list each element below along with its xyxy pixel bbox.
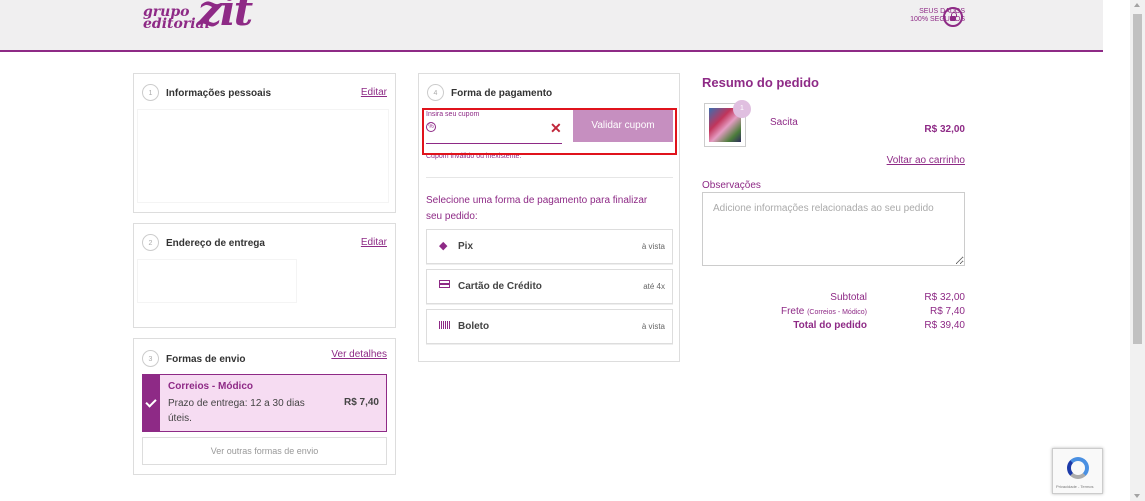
edit-address-link[interactable]: Editar [361,237,387,248]
payment-option-credit-card[interactable]: Cartão de Crédito até 4x [426,269,673,304]
recaptcha-icon [1067,457,1089,479]
personal-info-title: Informações pessoais [166,88,272,99]
step-number-1: 1 [142,84,159,101]
edit-personal-link[interactable]: Editar [361,87,387,98]
payment-option-boleto[interactable]: Boleto à vista [426,309,673,344]
shipping-option-desc: Prazo de entrega: 12 a 30 dias úteis. [168,398,305,424]
scroll-thumb[interactable] [1133,14,1142,344]
scroll-down-icon[interactable] [1134,494,1140,498]
step-number-4: 4 [427,84,444,101]
barcode-icon [439,321,450,329]
payment-note: até 4x [643,282,665,291]
payment-name: Cartão de Crédito [458,281,542,292]
recaptcha-badge[interactable]: Privacidade - Termos [1052,448,1103,494]
scroll-up-icon[interactable] [1134,3,1140,7]
payment-name: Boleto [458,321,490,332]
highlight-box [422,108,677,155]
check-icon [143,375,160,431]
scrollbar[interactable] [1130,0,1145,501]
logo[interactable]: grupo editorial zit [143,0,268,38]
observations-textarea[interactable] [702,192,965,266]
payment-option-pix[interactable]: ◆ Pix à vista [426,229,673,264]
lock-icon [943,7,963,27]
order-summary-title: Resumo do pedido [702,75,819,90]
product-name: Sacita [770,117,798,128]
subtotal-label: Subtotal [830,292,867,303]
personal-info-card: 1 Informações pessoais Editar [133,73,396,213]
back-to-cart-link[interactable]: Voltar ao carrinho [887,155,965,166]
shipping-title: Formas de envio [166,354,246,365]
observations-label: Observações [702,180,761,191]
recaptcha-text: Privacidade - Termos [1056,484,1094,489]
total-value: R$ 39,40 [924,320,965,331]
subtotal-value: R$ 32,00 [924,292,965,303]
shipping-card: 3 Formas de envio Ver detalhes Correios … [133,338,396,475]
payment-note: à vista [641,322,665,331]
other-shipping-button[interactable]: Ver outras formas de envio [142,437,387,465]
frete-note: (Correios - Módico) [807,309,867,316]
shipping-details-link[interactable]: Ver detalhes [331,349,387,360]
shipping-option-name: Correios - Módico [168,381,254,392]
shipping-option-price: R$ 7,40 [343,397,379,408]
total-label: Total do pedido [793,320,867,331]
shipping-label: Frete (Correios - Módico) [781,306,867,317]
credit-card-icon [439,280,450,288]
address-card: 2 Endereço de entrega Editar [133,223,396,328]
step-number-3: 3 [142,350,159,367]
payment-instruction: Selecione uma forma de pagamento para fi… [426,195,648,222]
site-header: grupo editorial zit SEUS DADOS 100% SEGU… [0,0,1103,52]
pix-icon: ◆ [439,240,448,252]
payment-note: à vista [641,242,665,251]
address-content [138,260,296,302]
frete-label: Frete [780,306,805,317]
divider [426,177,673,178]
product-price: R$ 32,00 [924,124,965,135]
logo-text-zit: zit [198,0,253,35]
address-title: Endereço de entrega [166,238,265,249]
personal-info-content [138,110,388,202]
shipping-value: R$ 7,40 [929,306,965,317]
product-qty-badge: 1 [733,100,751,118]
payment-title: Forma de pagamento [451,88,553,99]
shipping-option-selected[interactable]: Correios - Módico Prazo de entrega: 12 a… [142,374,387,432]
step-number-2: 2 [142,234,159,251]
payment-name: Pix [458,241,474,252]
